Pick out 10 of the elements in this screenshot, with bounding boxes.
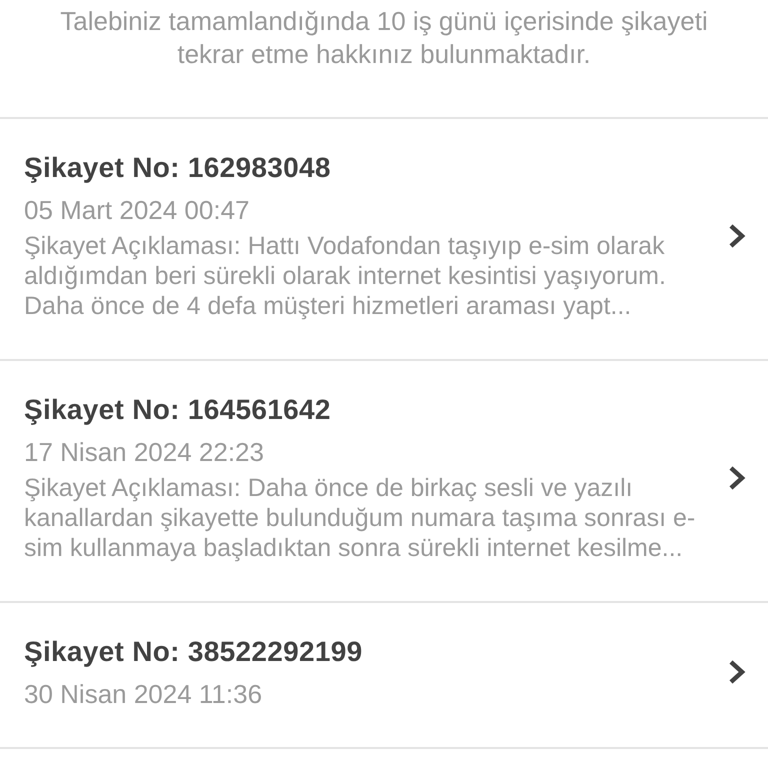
- complaint-date: 05 Mart 2024 00:47: [24, 195, 250, 225]
- complaint-title: Şikayet No: 162983048: [24, 151, 332, 185]
- complaint-description: Şikayet Açıklaması: Daha önce de birkaç sesli ve yazılı kanallardan şikayette bulunduğum numara taşıma sonrası e-sim kullanmaya başladıktan sonra sürekli internet kesilme...: [24, 473, 696, 563]
- info-text: Talebiniz tamamlandığında 10 iş günü içerisinde şikayeti tekrar etme hakkınız bulunmaktadır.: [0, 0, 768, 119]
- complaint-date: 30 Nisan 2024 11:36: [24, 679, 264, 709]
- complaint-title: Şikayet No: 38522292199: [24, 635, 364, 669]
- complaint-title: Şikayet No: 164561642: [24, 393, 332, 427]
- complaint-date: 17 Nisan 2024 22:23: [24, 437, 265, 467]
- complaint-description: Şikayet Açıklaması: Hattı Vodafondan taşıyıp e-sim olarak aldığımdan beri sürekli olarak internet kesintisi yaşıyorum. Daha önce de 4 defa müşteri hizmetleri araması yapt...: [24, 231, 667, 321]
- complaint-card[interactable]: Şikayet No: 38522292199 30 Nisan 2024 11:36: [0, 603, 768, 749]
